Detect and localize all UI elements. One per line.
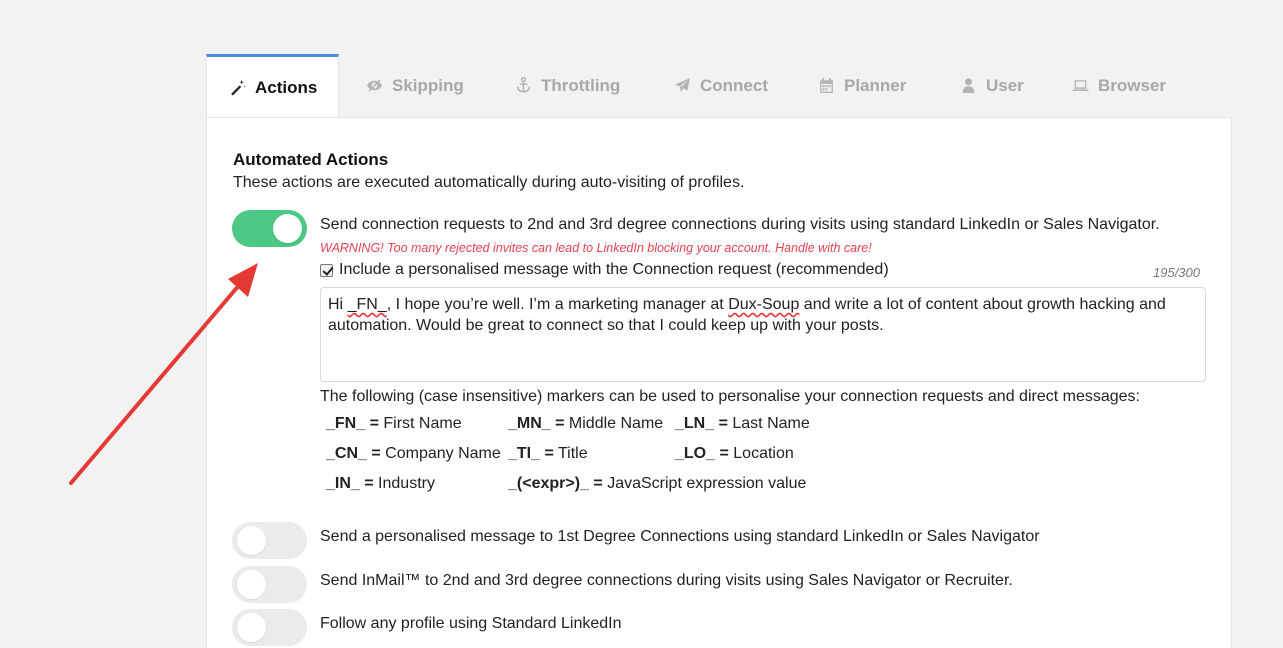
tab-label: Skipping <box>392 75 464 95</box>
paper-plane-icon <box>675 78 690 92</box>
toggle-knob <box>237 526 266 555</box>
actions-panel <box>206 117 1232 648</box>
anchor-icon <box>517 77 530 93</box>
marker-item: _LN_ = Last Name <box>675 415 810 432</box>
tab-label: Planner <box>844 75 907 95</box>
message-marker: _FN_ <box>347 296 387 313</box>
tab-connect[interactable]: Connect <box>674 54 768 117</box>
follow-toggle[interactable] <box>232 609 307 646</box>
inmail-label: Send InMail™ to 2nd and 3rd degree conne… <box>320 572 1013 589</box>
markers-intro: The following (case insensitive) markers… <box>320 388 1140 405</box>
marker-item: _IN_ = Industry <box>326 475 435 492</box>
magic-wand-icon <box>231 80 246 96</box>
direct-message-toggle[interactable] <box>232 522 307 559</box>
character-counter: 195/300 <box>1153 265 1200 280</box>
marker-item: _(<expr>)_ = JavaScript expression value <box>508 475 807 492</box>
warning-text: WARNING! Too many rejected invites can l… <box>320 241 872 255</box>
marker-item: _FN_ = First Name <box>326 415 462 432</box>
message-text: , I hope you’re well. I’m a marketing ma… <box>386 296 729 313</box>
toggle-knob <box>237 613 266 642</box>
tab-user[interactable]: User <box>960 54 1024 117</box>
marker-item: _LO_ = Location <box>675 445 794 462</box>
message-company: Dux-Soup <box>728 296 800 313</box>
include-message-label: Include a personalised message with the … <box>339 261 889 278</box>
calendar-icon <box>820 78 833 93</box>
tab-actions[interactable]: Actions <box>206 54 339 118</box>
include-message-checkbox[interactable] <box>320 263 333 277</box>
marker-item: _TI_ = Title <box>508 445 588 462</box>
tab-label: Browser <box>1098 75 1167 95</box>
marker-item: _CN_ = Company Name <box>326 445 501 462</box>
connect-requests-toggle[interactable] <box>232 210 307 247</box>
connection-message-textarea[interactable]: Hi _FN_, I hope you’re well. I’m a marke… <box>320 287 1206 382</box>
tab-label: Connect <box>700 75 768 95</box>
marker-item: _MN_ = Middle Name <box>508 415 664 432</box>
tab-browser[interactable]: Browser <box>1072 54 1166 117</box>
message-text: Hi <box>328 296 348 313</box>
section-title: Automated Actions <box>233 150 389 169</box>
toggle-knob <box>237 570 266 599</box>
inmail-toggle[interactable] <box>232 566 307 603</box>
user-icon <box>962 78 975 93</box>
laptop-icon <box>1072 80 1089 92</box>
annotation-arrow <box>69 263 258 485</box>
tab-label: Throttling <box>541 75 621 95</box>
tab-planner[interactable]: Planner <box>818 54 906 117</box>
tab-throttling[interactable]: Throttling <box>515 54 620 117</box>
follow-label: Follow any profile using Standard Linked… <box>320 615 622 632</box>
include-message-row: Include a personalised message with the … <box>320 261 889 279</box>
direct-message-label: Send a personalised message to 1st Degre… <box>320 528 1040 545</box>
toggle-knob <box>273 214 302 243</box>
tab-skipping[interactable]: Skipping <box>366 54 464 117</box>
section-subtitle: These actions are executed automatically… <box>233 174 745 191</box>
tab-label: User <box>986 75 1024 95</box>
eye-slash-icon <box>367 79 382 92</box>
connect-requests-label: Send connection requests to 2nd and 3rd … <box>320 216 1160 233</box>
tab-label: Actions <box>255 77 318 97</box>
